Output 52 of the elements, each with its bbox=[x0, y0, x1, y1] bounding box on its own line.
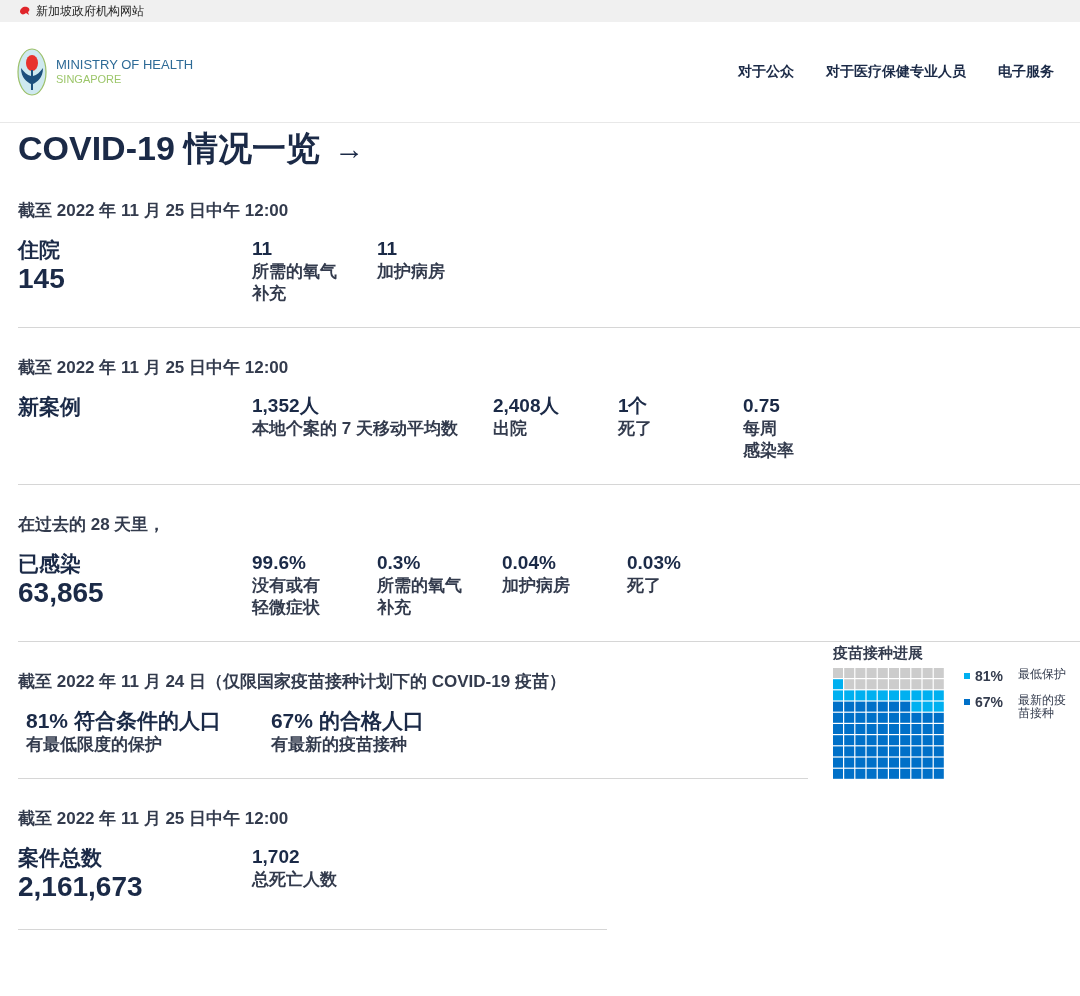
stat-label: 本地个案的 7 天移动平均数 bbox=[252, 418, 458, 440]
stat-value: 1,702 bbox=[252, 845, 301, 869]
legend-value: 67% bbox=[975, 694, 1005, 710]
stat-label: 死了 bbox=[617, 418, 653, 440]
stat-value: 99.6% bbox=[252, 551, 307, 575]
legend-label: 最新的疫 苗接种 bbox=[1018, 694, 1066, 720]
vaccination-stat-subtitle: 有最新的疫苗接种 bbox=[270, 734, 408, 756]
legend-value: 81% bbox=[975, 668, 1005, 684]
date-text: 截至 2022 年 11 月 24 日（仅限国家疫苗接种计划下的 COVID-19 疫苗） bbox=[18, 671, 567, 693]
stat-label: 加护病房 bbox=[377, 261, 446, 283]
date-text: 截至 2022 年 11 月 25 日中午 12:00 bbox=[18, 357, 290, 379]
stat-label: 每周 感染率 bbox=[742, 418, 795, 462]
stat-heading: 住院 bbox=[18, 237, 61, 263]
stat-heading: 案件总数 bbox=[18, 845, 103, 871]
stat-value: 0.3% bbox=[377, 551, 422, 575]
gov-bar-text: 新加坡政府机构网站 bbox=[36, 2, 144, 20]
stat-label: 没有或有 轻微症状 bbox=[252, 575, 321, 619]
date-text: 在过去的 28 天里， bbox=[18, 514, 167, 536]
stat-label: 所需的氧气 补充 bbox=[377, 575, 463, 619]
date-text: 截至 2022 年 11 月 25 日中午 12:00 bbox=[18, 200, 290, 222]
stat-heading: 已感染 bbox=[18, 551, 82, 577]
stat-label: 出院 bbox=[492, 418, 528, 440]
stat-label: 加护病房 bbox=[502, 575, 571, 597]
vaccination-stat-title: 67% 的合格人口 bbox=[270, 708, 424, 734]
progress-title: 疫苗接种进展 bbox=[833, 644, 924, 663]
vaccination-stat-title: 81% 符合条件的人口 bbox=[26, 708, 221, 734]
page-title: COVID-19 情况一览 bbox=[18, 128, 321, 169]
stat-label: 总死亡人数 bbox=[252, 869, 338, 891]
logo-title: MINISTRY OF HEALTH bbox=[56, 57, 194, 72]
stat-heading: 新案例 bbox=[18, 394, 82, 420]
stat-value: 2,408人 bbox=[492, 394, 561, 418]
stat-total: 2,161,673 bbox=[18, 871, 144, 903]
nav-link[interactable]: 对于公众 bbox=[738, 63, 794, 81]
stat-label: 所需的氧气 补充 bbox=[252, 261, 338, 305]
stat-value: 1,352人 bbox=[252, 394, 320, 418]
stat-total: 145 bbox=[18, 263, 66, 295]
ministry-logo-icon bbox=[17, 48, 47, 96]
stat-value: 11 bbox=[252, 237, 274, 261]
stat-value: 0.75 bbox=[742, 394, 781, 418]
stat-value: 11 bbox=[377, 237, 399, 261]
vaccination-stat-subtitle: 有最低限度的保护 bbox=[26, 734, 163, 756]
arrow-link[interactable]: → bbox=[334, 132, 365, 166]
stat-value: 0.03% bbox=[627, 551, 682, 575]
logo-subtitle: SINGAPORE bbox=[56, 72, 123, 87]
stat-total: 63,865 bbox=[18, 577, 105, 609]
nav-link[interactable]: 电子服务 bbox=[998, 63, 1054, 81]
stat-value: 0.04% bbox=[502, 551, 557, 575]
stat-label: 死了 bbox=[627, 575, 662, 597]
legend-label: 最低保护 bbox=[1018, 668, 1066, 681]
date-text: 截至 2022 年 11 月 25 日中午 12:00 bbox=[18, 808, 290, 830]
stat-value: 1个 bbox=[617, 394, 649, 418]
nav-link[interactable]: 对于医疗保健专业人员 bbox=[826, 63, 966, 81]
